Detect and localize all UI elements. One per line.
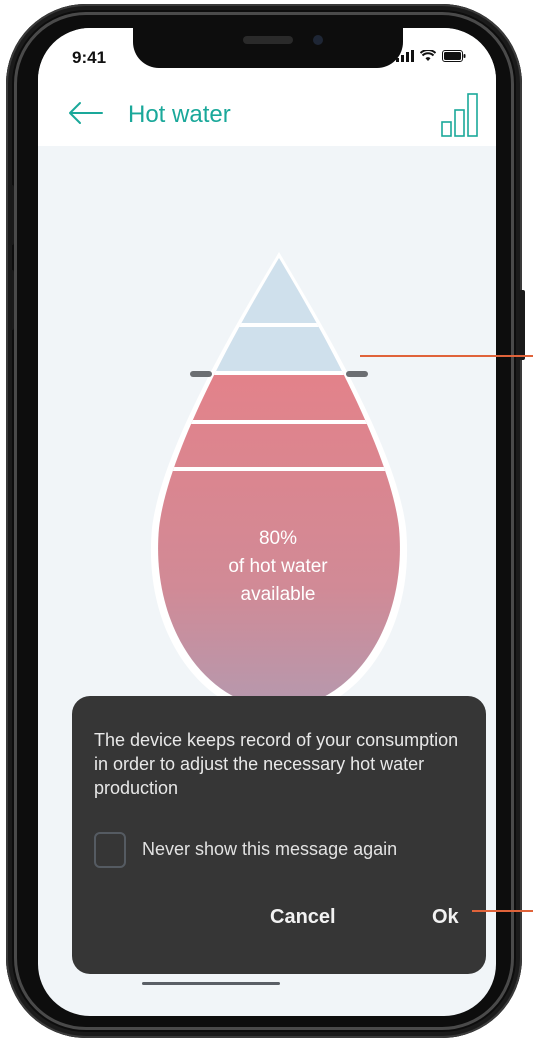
volume-button (8, 270, 14, 330)
never-show-checkbox[interactable] (94, 832, 126, 868)
consumption-info-dialog: The device keeps record of your consumpt… (72, 696, 486, 974)
app-screen: 9:41 Hot water 80% of hot water availabl… (38, 28, 496, 1016)
callout-line-marker (360, 355, 533, 357)
hot-water-caption-line2: available (240, 584, 316, 605)
hot-water-percentage: 80% (258, 528, 298, 549)
hot-water-caption-line1: of hot water (228, 556, 328, 577)
segment-divider (158, 323, 400, 327)
segment-divider (158, 371, 400, 375)
dialog-message: The device keeps record of your consumpt… (94, 730, 459, 798)
segment-divider (158, 467, 400, 471)
ok-button[interactable]: Ok (432, 906, 459, 929)
level-marker-right (346, 371, 368, 377)
mute-switch (8, 185, 14, 245)
segment-divider (158, 420, 400, 424)
home-indicator[interactable] (142, 982, 280, 985)
never-show-label[interactable]: Never show this message again (142, 839, 397, 860)
level-marker-left (190, 371, 212, 377)
power-button (519, 290, 525, 360)
callout-line-ok (472, 910, 533, 912)
cancel-button[interactable]: Cancel (270, 906, 336, 929)
